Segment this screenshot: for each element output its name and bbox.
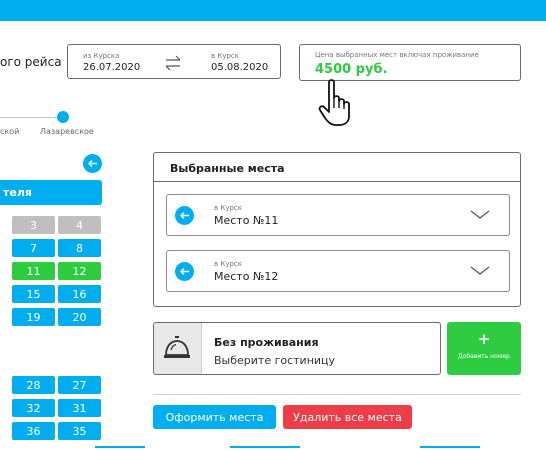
- remove-seat-button[interactable]: [175, 262, 194, 281]
- to-label: в Курск: [211, 52, 239, 60]
- accommodation-select[interactable]: Без проживания Выберите гостиницу: [153, 322, 441, 375]
- seat-direction: в Курск: [214, 260, 242, 268]
- seat-28[interactable]: 28: [12, 376, 55, 394]
- seat-8[interactable]: 8: [58, 239, 101, 257]
- price-box: Цена выбранных мест включая проживание 4…: [299, 44, 521, 81]
- arrow-left-icon: [180, 268, 189, 275]
- add-room-button[interactable]: + Добавить номер: [447, 322, 521, 375]
- top-bar: [0, 0, 546, 21]
- stop-previous-label: ской: [0, 127, 20, 136]
- book-seats-button[interactable]: Оформить места: [153, 405, 276, 429]
- divider: [153, 394, 521, 395]
- seat-11[interactable]: 11: [12, 262, 55, 280]
- seat-15[interactable]: 15: [12, 285, 55, 303]
- seat-20[interactable]: 20: [58, 308, 101, 326]
- route-progress-line: [0, 117, 58, 118]
- seat-12[interactable]: 12: [58, 262, 101, 280]
- chevron-down-icon: [470, 210, 490, 219]
- seat-direction: в Курск: [214, 204, 242, 212]
- selected-seats-title: Выбранные места: [170, 162, 285, 175]
- clear-seats-button[interactable]: Удалить все места: [283, 405, 412, 429]
- remove-seat-button[interactable]: [175, 206, 194, 225]
- seat-number: Место №12: [214, 270, 279, 283]
- seat-35[interactable]: 35: [58, 422, 101, 440]
- seat-3: 3: [12, 216, 55, 234]
- hotel-tab[interactable]: теля: [0, 180, 102, 205]
- seat-32[interactable]: 32: [12, 399, 55, 417]
- price-caption: Цена выбранных мест включая проживание: [315, 51, 479, 59]
- arrow-left-icon: [180, 212, 189, 219]
- seat-7[interactable]: 7: [12, 239, 55, 257]
- cutoff-next-section: [0, 446, 546, 451]
- route-dates-box[interactable]: из Курска 26.07.2020 в Курск 05.08.2020: [67, 44, 281, 79]
- accommodation-title: Без проживания: [214, 336, 319, 349]
- selected-seats-panel: Выбранные места в Курск Место №11 в Курс…: [153, 152, 521, 307]
- seat-19[interactable]: 19: [12, 308, 55, 326]
- chevron-down-icon: [470, 266, 490, 275]
- seat-27[interactable]: 27: [58, 376, 101, 394]
- add-room-label: Добавить номер: [458, 353, 510, 360]
- seat-36[interactable]: 36: [12, 422, 55, 440]
- to-date: 05.08.2020: [211, 62, 269, 73]
- seat-16[interactable]: 16: [58, 285, 101, 303]
- reception-bell-icon: [164, 336, 190, 358]
- arrow-left-icon: [88, 160, 97, 167]
- seat-number: Место №11: [214, 214, 279, 227]
- stop-marker[interactable]: [57, 111, 69, 123]
- seat-31[interactable]: 31: [58, 399, 101, 417]
- from-label: из Курска: [83, 52, 120, 60]
- route-to: в Курск 05.08.2020: [211, 52, 268, 74]
- swap-arrows-icon[interactable]: [163, 54, 183, 72]
- hotel-tab-label: теля: [3, 186, 32, 199]
- selected-seats-header: Выбранные места: [154, 153, 520, 182]
- selected-seat-dropdown[interactable]: в Курск Место №12: [166, 250, 510, 292]
- accommodation-icon-area: [154, 323, 202, 374]
- plus-icon: +: [477, 330, 491, 348]
- accommodation-subtitle: Выберите гостиницу: [214, 354, 336, 367]
- selected-seat-dropdown[interactable]: в Курск Место №11: [166, 194, 510, 236]
- trip-title: ого рейса: [0, 55, 62, 69]
- route-from: из Курска 26.07.2020: [83, 52, 140, 74]
- price-value: 4500 руб.: [315, 62, 388, 77]
- seat-4: 4: [58, 216, 101, 234]
- hand-pointer-icon: [318, 79, 350, 126]
- from-date: 26.07.2020: [83, 62, 141, 73]
- stop-current-label: Лазаревское: [40, 127, 94, 136]
- back-button[interactable]: [83, 154, 102, 173]
